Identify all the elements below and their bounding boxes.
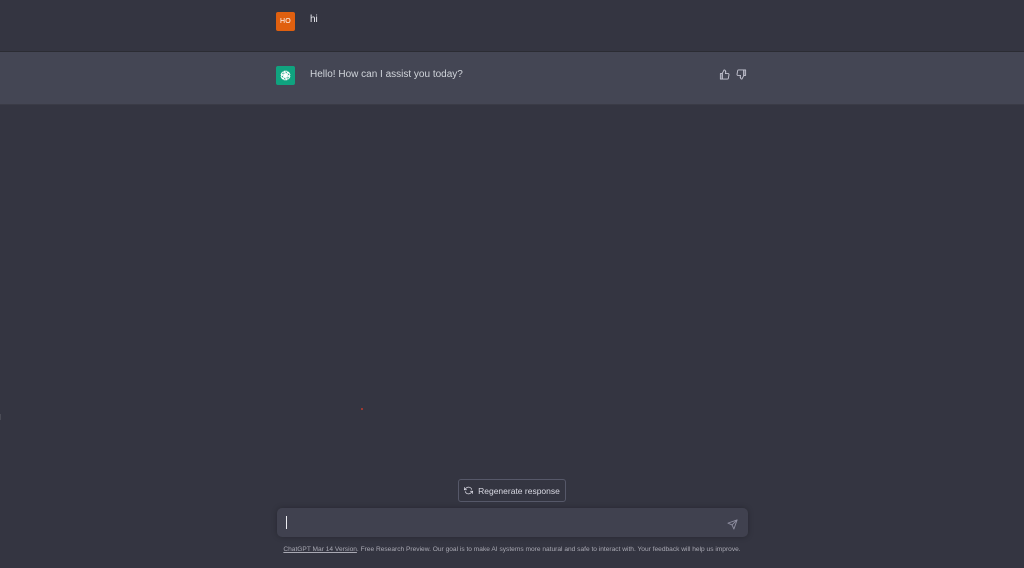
message-input[interactable] — [287, 514, 707, 530]
send-icon[interactable] — [727, 517, 739, 530]
user-message-row: HO hi — [0, 0, 1024, 52]
thumbs-down-icon[interactable] — [735, 68, 747, 80]
refresh-icon — [464, 486, 474, 495]
regenerate-response-button[interactable]: Regenerate response — [458, 479, 566, 502]
user-avatar: HO — [276, 12, 295, 31]
user-avatar-initials: HO — [280, 18, 291, 25]
cursor-dot — [361, 408, 363, 410]
version-link[interactable]: ChatGPT Mar 14 Version — [283, 546, 357, 553]
user-message-text: hi — [310, 14, 318, 25]
footer-disclaimer: ChatGPT Mar 14 Version. Free Research Pr… — [0, 546, 1024, 553]
window-edge-mark — [0, 414, 1, 420]
thumbs-up-icon[interactable] — [718, 68, 730, 80]
openai-logo-icon — [276, 66, 295, 85]
assistant-message-row: Hello! How can I assist you today? — [0, 52, 1024, 105]
assistant-message-text: Hello! How can I assist you today? — [310, 69, 463, 80]
chat-page: HO hi Hello! How can I assist you today? — [0, 0, 1024, 568]
footer-text: . Free Research Preview. Our goal is to … — [356, 546, 741, 553]
regenerate-label: Regenerate response — [478, 485, 560, 496]
message-composer — [277, 508, 748, 537]
text-caret — [286, 516, 287, 529]
